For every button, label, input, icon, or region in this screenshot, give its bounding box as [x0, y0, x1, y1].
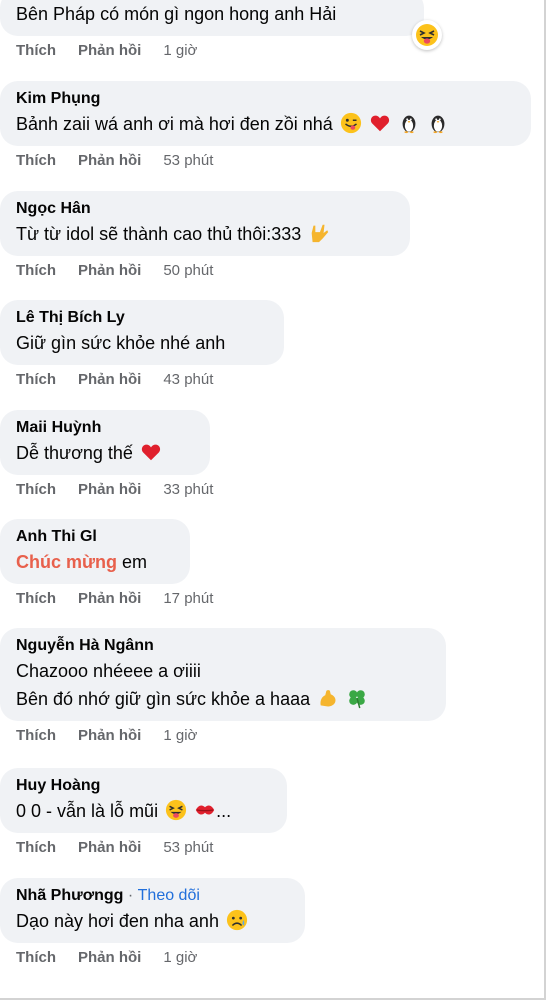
comment-time[interactable]: 33 phút [163, 481, 213, 498]
penguin-emoji-icon [431, 115, 445, 134]
comment-author[interactable]: Nhã Phươngg [16, 887, 123, 904]
like-button[interactable]: Thích [16, 590, 56, 607]
comment-bubble: Nhã Phươngg · Theo dõi Dạo này hơi đen n… [0, 878, 305, 943]
like-button[interactable]: Thích [16, 481, 56, 498]
winking-tongue-emoji-icon [340, 112, 361, 134]
comment-actions: Thích Phản hồi 43 phút [0, 371, 284, 388]
comment-text: 0 0 - vẫn là lỗ mũi [16, 801, 159, 821]
red-heart-emoji-icon [370, 115, 389, 132]
love-you-gesture-emoji-icon [311, 224, 329, 243]
comment-time[interactable]: 43 phút [163, 371, 213, 388]
squinting-tongue-emoji-icon [166, 799, 187, 821]
sad-relieved-emoji-icon [226, 909, 248, 931]
reply-button[interactable]: Phản hồi [78, 152, 141, 169]
reply-button[interactable]: Phản hồi [78, 839, 141, 856]
comment-author[interactable]: Maii Huỳnh [16, 417, 192, 439]
comment-text: Từ từ idol sẽ thành cao thủ thôi:333 [16, 224, 302, 244]
comment-actions: Thích Phản hồi 53 phút [0, 152, 531, 169]
comment-bubble: Bên Pháp có món gì ngon hong anh Hải [0, 0, 442, 50]
comment-actions: Thích Phản hồi 17 phút [0, 590, 213, 607]
comment-bubble: Nguyễn Hà Ngânn Chazooo nhéeee a ơiiii B… [0, 628, 446, 721]
comment-actions: Thích Phản hồi 1 giờ [0, 949, 305, 966]
comment-actions: Thích Phản hồi 50 phút [0, 262, 410, 279]
comment-actions: Thích Phản hồi 33 phút [0, 481, 213, 498]
like-button[interactable]: Thích [16, 839, 56, 856]
like-button[interactable]: Thích [16, 262, 56, 279]
comment-item: Maii Huỳnh Dễ thương thế Thích Phản hồi 33… [0, 410, 213, 498]
reply-button[interactable]: Phản hồi [78, 727, 141, 744]
comment-bubble: Huy Hoàng 0 0 - vẫn là lỗ mũi ... [0, 768, 287, 833]
four-leaf-clover-emoji-icon [349, 690, 365, 709]
comment-text: Bên Pháp có món gì ngon hong anh Hải [16, 4, 337, 24]
penguin-emoji-icon [402, 115, 416, 134]
follow-link[interactable]: Theo dõi [138, 887, 200, 904]
reply-button[interactable]: Phản hồi [78, 481, 141, 498]
red-heart-emoji-icon [141, 444, 161, 461]
kiss-mark-emoji-icon [195, 805, 215, 815]
reaction-badge[interactable] [412, 20, 442, 50]
comment-time[interactable]: 1 giờ [163, 949, 197, 966]
flexed-biceps-emoji-icon [320, 690, 336, 707]
like-button[interactable]: Thích [16, 727, 56, 744]
comment-time[interactable]: 50 phút [163, 262, 213, 279]
comment-time[interactable]: 17 phút [163, 590, 213, 607]
separator-dot: · [127, 887, 134, 904]
comment-actions: Thích Phản hồi 1 giờ [0, 42, 424, 59]
comment-text: Dễ thương thế [16, 443, 133, 463]
comment-text: Dạo này hơi đen nha anh [16, 911, 219, 931]
comment-item: Lê Thị Bích Ly Giữ gìn sức khỏe nhé anh … [0, 300, 284, 388]
reply-button[interactable]: Phản hồi [78, 42, 141, 59]
reply-button[interactable]: Phản hồi [78, 590, 141, 607]
comment-time[interactable]: 1 giờ [163, 727, 197, 744]
comment-bubble: Kim Phụng Bảnh zaii wá anh ơi mà hơi đen… [0, 81, 531, 146]
reply-button[interactable]: Phản hồi [78, 949, 141, 966]
reply-button[interactable]: Phản hồi [78, 371, 141, 388]
comment-item: Anh Thi Gl Chúc mừng em Thích Phản hồi 17 … [0, 519, 213, 607]
comment-author[interactable]: Nguyễn Hà Ngânn [16, 635, 428, 657]
comment-item: Kim Phụng Bảnh zaii wá anh ơi mà hơi đen… [0, 81, 531, 169]
reply-button[interactable]: Phản hồi [78, 262, 141, 279]
comment-item: Bên Pháp có món gì ngon hong anh Hải Thí… [0, 0, 442, 59]
comment-actions: Thích Phản hồi 1 giờ [0, 727, 446, 744]
comment-time[interactable]: 1 giờ [163, 42, 197, 59]
comment-item: Nhã Phươngg · Theo dõi Dạo này hơi đen n… [0, 878, 305, 966]
like-button[interactable]: Thích [16, 949, 56, 966]
like-button[interactable]: Thích [16, 152, 56, 169]
comment-text-tail: ... [216, 801, 232, 821]
comment-bubble: Anh Thi Gl Chúc mừng em [0, 519, 190, 584]
comment-bubble: Maii Huỳnh Dễ thương thế [0, 410, 210, 475]
comment-item: Nguyễn Hà Ngânn Chazooo nhéeee a ơiiii B… [0, 628, 446, 744]
comment-text: Chazooo nhéeee a ơiiii [16, 661, 201, 681]
like-button[interactable]: Thích [16, 371, 56, 388]
comment-author[interactable]: Anh Thi Gl [16, 526, 172, 548]
like-button[interactable]: Thích [16, 42, 56, 59]
comment-author[interactable]: Ngọc Hân [16, 198, 392, 220]
comment-item: Ngọc Hân Từ từ idol sẽ thành cao thủ thô… [0, 191, 410, 279]
comment-time[interactable]: 53 phút [163, 839, 213, 856]
comment-text: Bên đó nhớ giữ gìn sức khỏe a haaa [16, 689, 311, 709]
comment-bubble: Ngọc Hân Từ từ idol sẽ thành cao thủ thô… [0, 191, 410, 256]
comment-time[interactable]: 53 phút [163, 152, 213, 169]
highlighted-text[interactable]: Chúc mừng [16, 552, 117, 572]
comment-author[interactable]: Lê Thị Bích Ly [16, 307, 266, 329]
squinting-tongue-emoji-icon [416, 24, 438, 46]
comment-actions: Thích Phản hồi 53 phút [0, 839, 287, 856]
comment-text: Bảnh zaii wá anh ơi mà hơi đen zồi nhá [16, 114, 333, 134]
comment-item: Huy Hoàng 0 0 - vẫn là lỗ mũi ... Thích P… [0, 768, 287, 856]
comment-author[interactable]: Kim Phụng [16, 88, 513, 110]
comment-text: em [122, 552, 148, 572]
comment-author[interactable]: Huy Hoàng [16, 775, 269, 797]
comment-bubble: Lê Thị Bích Ly Giữ gìn sức khỏe nhé anh [0, 300, 284, 365]
comment-text: Giữ gìn sức khỏe nhé anh [16, 333, 226, 353]
